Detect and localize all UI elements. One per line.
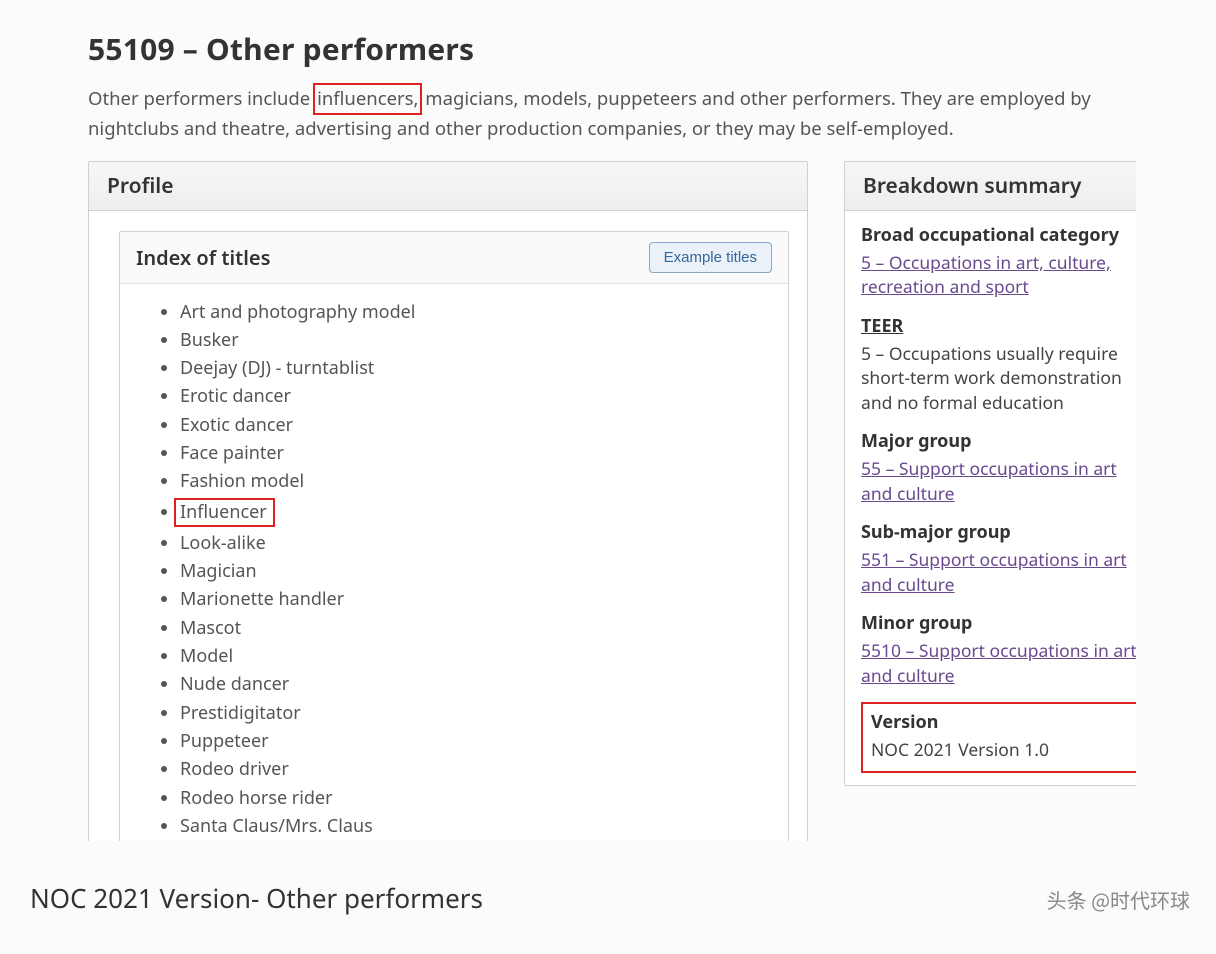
broad-category-link[interactable]: 5 – Occupations in art, culture, recreat…	[861, 251, 1111, 300]
profile-panel-header: Profile	[89, 162, 807, 211]
titles-list: Art and photography modelBuskerDeejay (D…	[120, 284, 788, 841]
major-group-block: Major group 55 – Support occupations in …	[861, 429, 1136, 506]
major-group-link[interactable]: 55 – Support occupations in art and cult…	[861, 457, 1117, 506]
list-item: Rodeo horse rider	[180, 784, 768, 812]
list-item: Mascot	[180, 614, 768, 642]
list-item: Busker	[180, 326, 768, 354]
highlighted-title-influencer: Influencer	[174, 498, 275, 527]
figure-caption: NOC 2021 Version- Other performers	[30, 880, 483, 916]
version-text: NOC 2021 Version 1.0	[871, 738, 1135, 763]
list-item: Magician	[180, 557, 768, 585]
list-item: Exotic dancer	[180, 411, 768, 439]
broad-category-block: Broad occupational category 5 – Occupati…	[861, 223, 1136, 300]
profile-panel: Profile Index of titles Example titles A…	[88, 161, 808, 841]
list-item: Influencer	[180, 496, 768, 529]
minor-group-block: Minor group 5510 – Support occupations i…	[861, 611, 1136, 688]
broad-category-label: Broad occupational category	[861, 223, 1136, 247]
index-of-titles-header: Index of titles	[136, 244, 270, 271]
minor-group-label: Minor group	[861, 611, 1136, 635]
teer-block: TEER 5 – Occupations usually require sho…	[861, 314, 1136, 416]
desc-before: Other performers include	[88, 86, 315, 111]
submajor-group-link[interactable]: 551 – Support occupations in art and cul…	[861, 548, 1127, 597]
list-item: Puppeteer	[180, 727, 768, 755]
teer-label: TEER	[861, 314, 1136, 338]
watermark: 头条 @时代环球	[1047, 885, 1190, 914]
list-item: Santa Claus/Mrs. Claus	[180, 812, 768, 840]
breakdown-header: Breakdown summary	[845, 162, 1136, 211]
list-item: Prestidigitator	[180, 699, 768, 727]
list-item: Erotic dancer	[180, 382, 768, 410]
example-titles-button[interactable]: Example titles	[649, 242, 772, 273]
desc-highlight-influencers: influencers,	[313, 83, 422, 115]
major-group-label: Major group	[861, 429, 1136, 453]
page-title: 55109 – Other performers	[88, 28, 1136, 69]
index-of-titles-panel: Index of titles Example titles Art and p…	[119, 231, 789, 841]
list-item: Deejay (DJ) - turntablist	[180, 354, 768, 382]
version-block: Version NOC 2021 Version 1.0	[861, 702, 1136, 773]
list-item: Art and photography model	[180, 298, 768, 326]
version-label: Version	[871, 710, 1135, 734]
minor-group-link[interactable]: 5510 – Support occupations in art and cu…	[861, 639, 1136, 688]
list-item: Face painter	[180, 439, 768, 467]
list-item: Rodeo driver	[180, 755, 768, 783]
submajor-group-label: Sub-major group	[861, 520, 1136, 544]
list-item: Nude dancer	[180, 670, 768, 698]
submajor-group-block: Sub-major group 551 – Support occupation…	[861, 520, 1136, 597]
page-description: Other performers include influencers, ma…	[88, 83, 1128, 143]
list-item: Model	[180, 642, 768, 670]
teer-text: 5 – Occupations usually require short-te…	[861, 342, 1136, 416]
list-item: Look-alike	[180, 529, 768, 557]
list-item: Fashion model	[180, 467, 768, 495]
breakdown-panel: Breakdown summary Broad occupational cat…	[844, 161, 1136, 786]
list-item: Marionette handler	[180, 585, 768, 613]
